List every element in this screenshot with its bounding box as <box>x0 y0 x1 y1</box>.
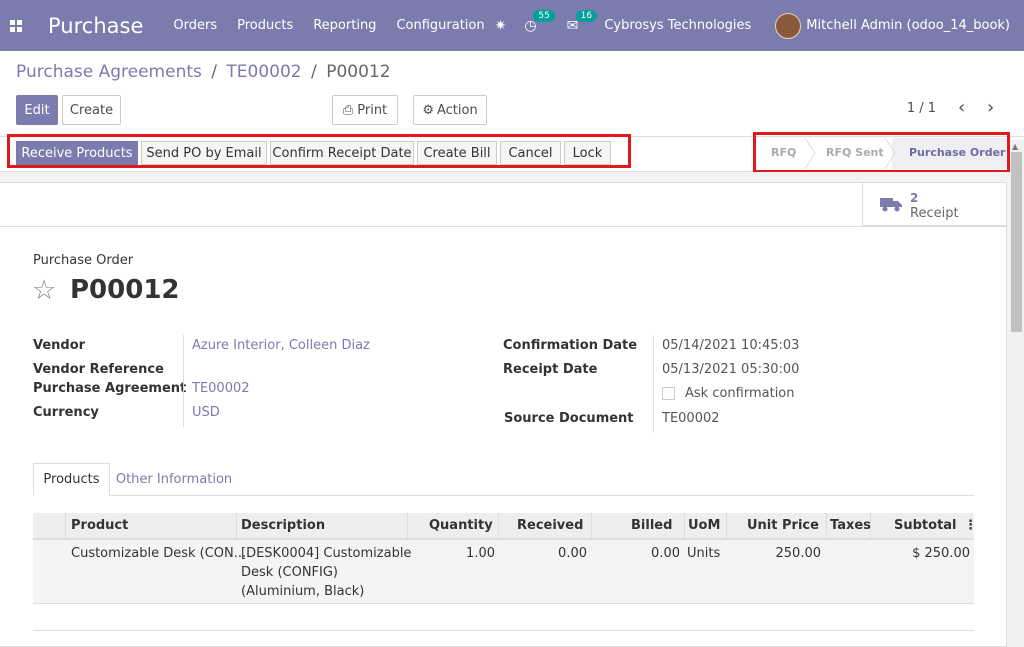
vendor-reference-label: Vendor Reference <box>33 362 164 377</box>
currency-field[interactable]: USD <box>192 405 220 420</box>
scrollbar-thumb[interactable] <box>1011 152 1022 332</box>
action-button[interactable]: ⚙ Action <box>413 95 487 125</box>
column-separator <box>65 513 66 540</box>
row-subtotal: $ 250.00 <box>912 546 970 561</box>
source-document-field[interactable]: TE00002 <box>662 411 720 426</box>
purchase-agreement-label: Purchase Agreement <box>33 381 187 396</box>
column-header-description[interactable]: Description <box>241 518 325 533</box>
column-separator <box>726 513 727 540</box>
vendor-field[interactable]: Azure Interior, Colleen Diaz <box>192 338 370 353</box>
source-document-label: Source Document <box>504 411 634 426</box>
menu-configuration[interactable]: Configuration <box>396 18 484 33</box>
column-separator <box>591 513 592 540</box>
gear-icon: ⚙ <box>422 102 434 118</box>
column-header-received[interactable]: Received <box>517 518 583 533</box>
ask-confirmation-checkbox[interactable] <box>662 387 675 400</box>
company-switcher[interactable]: Cybrosys Technologies <box>604 18 751 33</box>
menu-reporting[interactable]: Reporting <box>313 18 376 33</box>
column-separator <box>826 513 827 540</box>
edit-button[interactable]: Edit <box>16 95 58 125</box>
create-button[interactable]: Create <box>62 95 121 125</box>
row-quantity[interactable]: 1.00 <box>410 544 495 563</box>
row-description-line: [DESK0004] Customizable <box>241 546 412 561</box>
column-header-subtotal[interactable]: Subtotal <box>894 518 957 533</box>
row-product[interactable]: Customizable Desk (CON... <box>71 544 246 563</box>
column-separator <box>407 513 408 540</box>
ask-confirmation-label: Ask confirmation <box>685 386 795 401</box>
document-name: P00012 <box>70 275 180 305</box>
column-separator <box>684 513 685 540</box>
truck-icon <box>880 198 902 212</box>
pager-next-icon[interactable]: › <box>987 97 994 118</box>
user-avatar[interactable] <box>775 12 802 39</box>
tab-products[interactable]: Products <box>33 463 110 496</box>
highlight-box-stages <box>753 132 1010 173</box>
row-unit-price[interactable]: 250.00 <box>728 544 822 563</box>
print-icon: ⎙ <box>342 102 354 118</box>
menu-orders[interactable]: Orders <box>173 18 217 33</box>
field-separator <box>653 335 654 433</box>
column-header-uom[interactable]: UoM <box>688 518 720 533</box>
column-header-taxes[interactable]: Taxes <box>830 518 871 533</box>
field-separator <box>183 335 184 427</box>
row-description-line: Desk (CONFIG) <box>241 565 339 580</box>
row-billed: 0.00 <box>651 546 680 561</box>
scroll-up-icon[interactable]: ▲ <box>1012 142 1018 151</box>
menu-products[interactable]: Products <box>237 18 293 33</box>
breadcrumb-purchase-agreements[interactable]: Purchase Agreements <box>16 62 202 82</box>
print-label: Print <box>357 102 388 118</box>
app-name[interactable]: Purchase <box>48 14 143 38</box>
breadcrumb-separator: / <box>211 62 218 82</box>
receipt-date-field[interactable]: 05/13/2021 05:30:00 <box>662 362 799 377</box>
print-button[interactable]: ⎙ Print <box>332 95 398 125</box>
activity-count-badge: 55 <box>533 9 555 22</box>
messages-icon[interactable]: ✉ 16 <box>567 9 598 34</box>
column-header-product[interactable]: Product <box>71 518 128 533</box>
star-icon[interactable]: ☆ <box>32 276 56 306</box>
divider <box>0 226 1007 227</box>
receipt-date-label: Receipt Date <box>503 362 598 377</box>
breadcrumb-current: P00012 <box>326 62 391 82</box>
user-menu[interactable]: Mitchell Admin (odoo_14_book) <box>806 18 1010 33</box>
action-label: Action <box>436 102 478 118</box>
row-description-line: (Aluminium, Black) <box>241 584 365 599</box>
activity-icon[interactable]: ◷ 55 <box>524 9 555 34</box>
column-header-quantity[interactable]: Quantity <box>429 518 493 533</box>
document-type-label: Purchase Order <box>33 253 134 268</box>
tab-underline <box>33 495 974 496</box>
column-separator <box>498 513 499 540</box>
purchase-agreement-field[interactable]: TE00002 <box>192 381 250 396</box>
receipt-label: Receipt <box>910 206 959 221</box>
currency-label: Currency <box>33 405 99 420</box>
pager-value[interactable]: 1 / 1 <box>907 101 936 116</box>
receipt-count: 2 <box>910 191 919 205</box>
column-separator <box>236 513 237 540</box>
pager-previous-icon[interactable]: ‹ <box>958 97 965 118</box>
breadcrumb-separator: / <box>311 62 317 82</box>
breadcrumb-agreement[interactable]: TE00002 <box>226 62 301 82</box>
row-uom[interactable]: Units <box>687 544 720 563</box>
optional-columns-icon[interactable]: ⋮ <box>964 518 977 533</box>
tab-other-information[interactable]: Other Information <box>112 463 236 496</box>
table-footer-line <box>33 630 974 631</box>
confirmation-date-field[interactable]: 05/14/2021 10:45:03 <box>662 338 799 353</box>
apps-menu-icon[interactable] <box>0 0 32 51</box>
vendor-label: Vendor <box>33 338 86 353</box>
top-navbar: Purchase Orders Products Reporting Confi… <box>0 0 1024 51</box>
breadcrumb: Purchase Agreements / TE00002 / P00012 <box>16 62 391 82</box>
confirmation-date-label: Confirmation Date <box>503 338 638 353</box>
bug-icon[interactable]: ✷ <box>495 18 507 34</box>
column-header-billed[interactable]: Billed <box>631 518 672 533</box>
row-received[interactable]: 0.00 <box>500 544 587 563</box>
column-header-unit-price[interactable]: Unit Price <box>747 518 819 533</box>
highlight-box-actions <box>7 134 631 168</box>
message-count-badge: 16 <box>575 9 598 22</box>
